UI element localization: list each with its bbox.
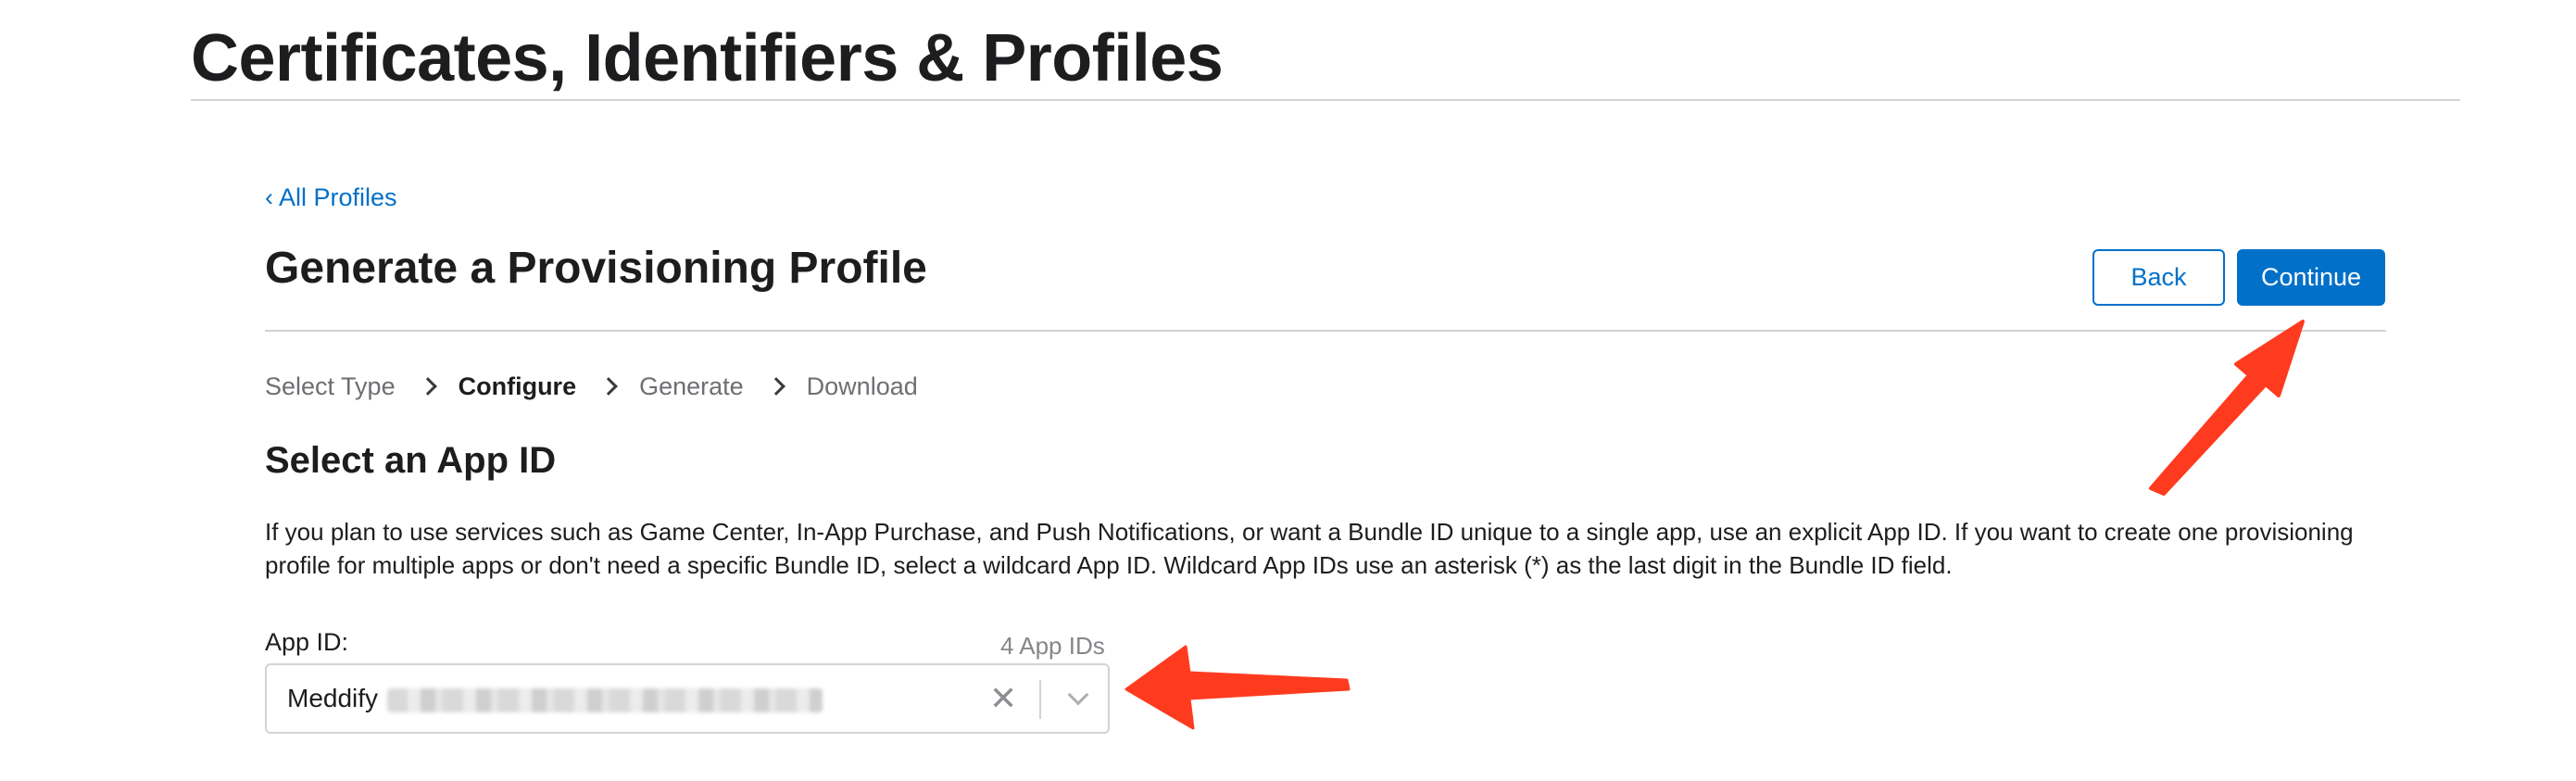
- page: Certificates, Identifiers & Profiles ‹ Al…: [0, 0, 2576, 781]
- app-id-count: 4 App IDs: [1000, 632, 1105, 660]
- step-configure: Configure: [458, 372, 577, 400]
- section-divider: [265, 330, 2386, 332]
- header-divider: [191, 99, 2460, 101]
- clear-icon[interactable]: ✕: [989, 682, 1017, 715]
- all-profiles-link[interactable]: ‹ All Profiles: [265, 183, 397, 212]
- chevron-right-icon: [599, 376, 618, 396]
- step-breadcrumb: Select Type Configure Generate Download: [265, 372, 918, 401]
- section-description: If you plan to use services such as Game…: [265, 518, 2354, 579]
- step-download: Download: [806, 372, 918, 400]
- chevron-right-icon: [766, 376, 785, 396]
- chevron-right-icon: [418, 376, 437, 396]
- continue-button[interactable]: Continue: [2237, 249, 2385, 306]
- annotation-arrow: [2149, 320, 2305, 496]
- app-id-value: Meddify: [287, 684, 823, 713]
- all-profiles-label: All Profiles: [279, 183, 397, 211]
- chevron-left-icon: ‹: [265, 183, 273, 211]
- annotation-arrow: [1125, 645, 1351, 730]
- step-generate: Generate: [639, 372, 744, 400]
- step-select-type: Select Type: [265, 372, 396, 400]
- page-title: Generate a Provisioning Profile: [265, 244, 927, 293]
- redacted-bundle-id: [387, 687, 823, 712]
- app-id-label: App ID:: [265, 628, 349, 656]
- select-divider: [1039, 680, 1041, 719]
- app-id-select[interactable]: Meddify ✕: [265, 663, 1110, 734]
- chevron-down-icon[interactable]: [1060, 680, 1097, 717]
- section-heading: Select an App ID: [265, 440, 557, 481]
- site-title: Certificates, Identifiers & Profiles: [191, 21, 1224, 95]
- back-button[interactable]: Back: [2092, 249, 2225, 306]
